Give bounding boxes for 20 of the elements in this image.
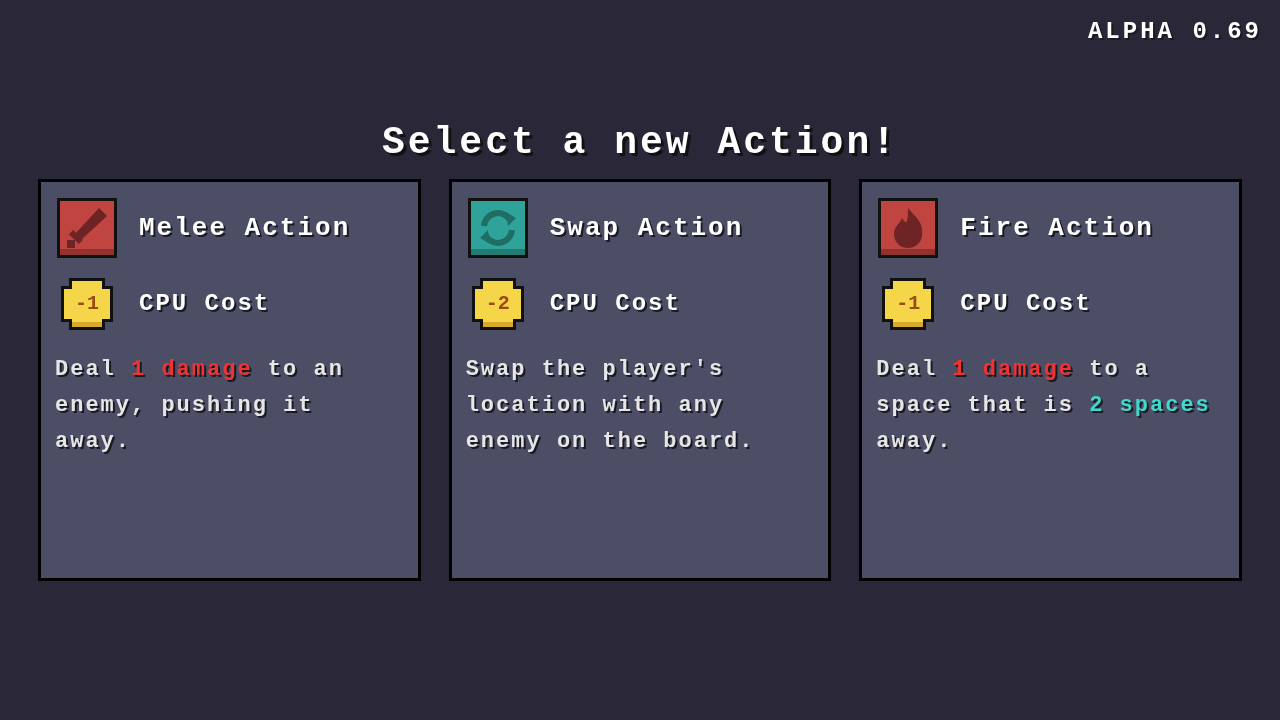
cpu-cost-value: -1: [75, 294, 99, 314]
screen-title: Select a new Action!: [381, 120, 899, 166]
action-name: Fire Action: [960, 211, 1154, 245]
action-name: Melee Action: [139, 211, 351, 245]
cpu-cost-label: CPU Cost: [139, 289, 271, 319]
action-description: Swap the player's location with any enemy on the board.: [465, 356, 756, 456]
version-label: ALPHA 0.69: [1087, 17, 1262, 47]
fire-icon: [876, 196, 941, 260]
action-description: Deal 1 damage to an enemy, pushing it away.: [55, 356, 345, 456]
cpu-cost-value: -1: [896, 294, 921, 314]
action-card[interactable]: Swap Action -2 CPU Cost Swap the player's location with any enemy on the board.: [448, 179, 832, 581]
action-card[interactable]: Melee Action -1 CPU Cost Deal 1 damage to an enemy, pushing it away.: [38, 179, 421, 581]
cpu-cost-label: CPU Cost: [549, 289, 681, 319]
action-description: Deal 1 damage to a space that is 2 spaces away.: [876, 356, 1212, 456]
action-card[interactable]: Fire Action -1 CPU Cost Deal 1 damage to a space that is 2 spaces away.: [859, 179, 1242, 581]
sword-icon: [55, 196, 119, 260]
action-name: Swap Action: [549, 211, 744, 245]
cpu-cost-label: CPU Cost: [960, 289, 1092, 319]
swap-icon: [465, 196, 530, 260]
cpu-cost-value: -2: [485, 294, 510, 314]
